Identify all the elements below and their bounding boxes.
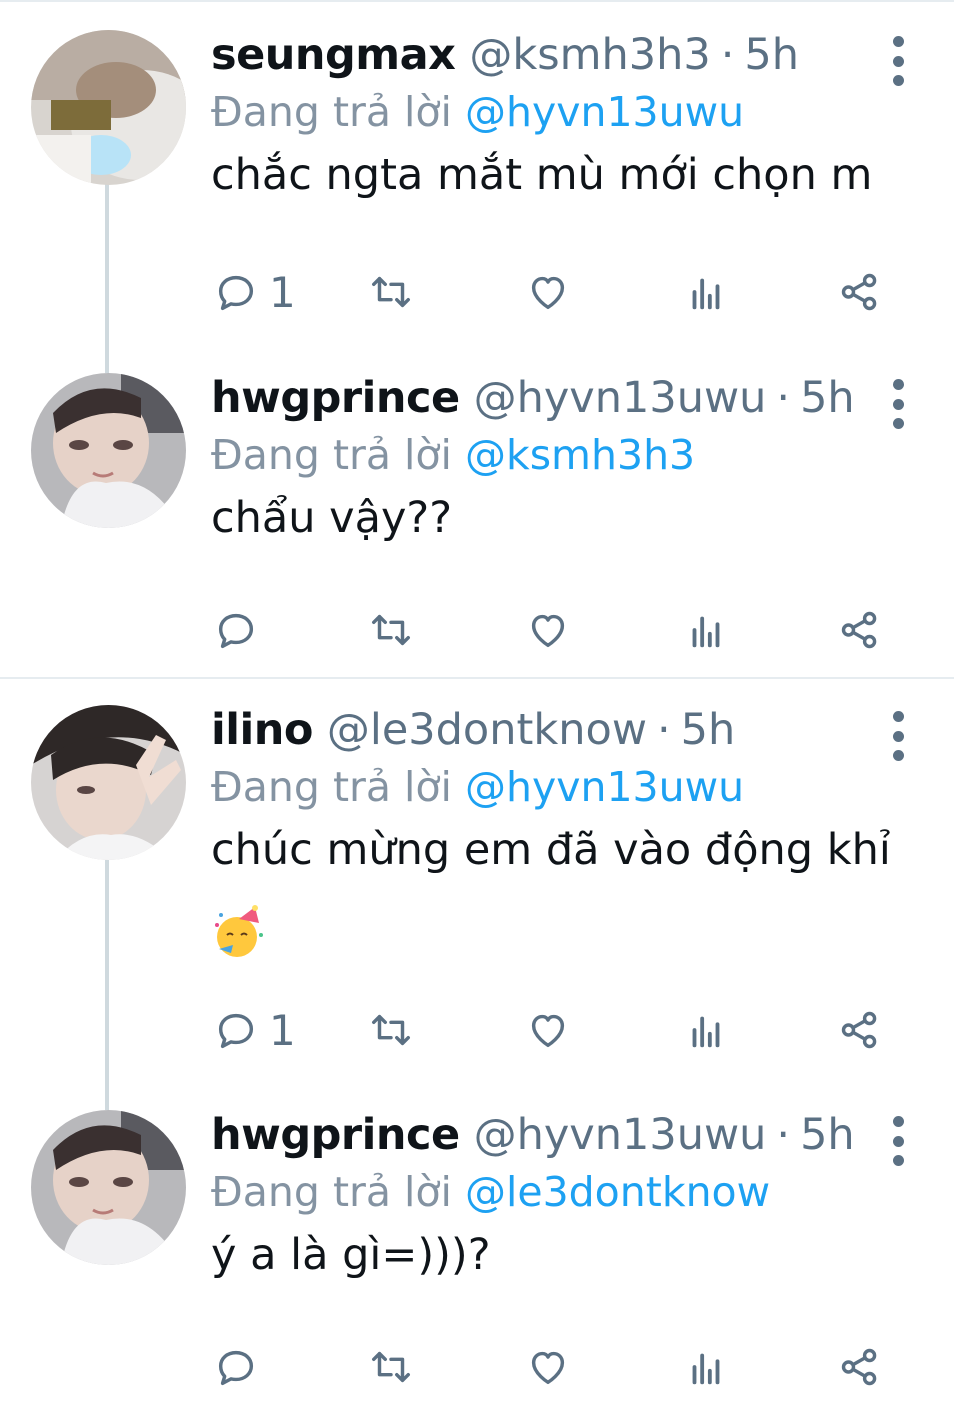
reply-button[interactable]: 1 <box>213 1005 296 1055</box>
retweet-button[interactable] <box>368 1005 414 1055</box>
display-name[interactable]: seungmax <box>211 30 456 80</box>
like-button[interactable] <box>525 1342 571 1392</box>
reply-label: Đang trả lời <box>211 431 452 479</box>
reply-context: Đang trả lời @hyvn13uwu <box>211 88 744 136</box>
separator: · <box>656 705 671 755</box>
retweet-button[interactable] <box>368 605 414 655</box>
reply-context: Đang trả lời @le3dontknow <box>211 1168 770 1216</box>
top-border <box>0 0 954 2</box>
tweet-header: hwgprince @hyvn13uwu · 5h <box>211 373 855 433</box>
user-handle[interactable]: @ksmh3h3 <box>469 30 710 80</box>
reply-to-link[interactable]: @hyvn13uwu <box>465 88 744 136</box>
thread-line <box>105 183 109 373</box>
reply-count: 1 <box>269 267 296 317</box>
tweet-text: chẩu vậy?? <box>211 493 453 543</box>
action-bar <box>213 605 893 655</box>
reply-icon <box>218 613 254 649</box>
retweet-button[interactable] <box>368 267 414 317</box>
share-button[interactable] <box>837 605 883 655</box>
share-button[interactable] <box>837 267 883 317</box>
heart-icon <box>531 1351 565 1385</box>
heart-icon <box>531 614 565 648</box>
analytics-icon <box>692 1353 720 1385</box>
display-name[interactable]: ilino <box>211 705 313 755</box>
separator: · <box>776 1110 791 1160</box>
display-name[interactable]: hwgprince <box>211 1110 460 1160</box>
like-button[interactable] <box>525 267 571 317</box>
share-button[interactable] <box>837 1342 883 1392</box>
timestamp[interactable]: 5h <box>800 373 855 423</box>
more-options-icon[interactable] <box>883 379 913 429</box>
share-icon <box>841 273 877 311</box>
like-button[interactable] <box>525 1005 571 1055</box>
retweet-icon <box>372 1014 410 1046</box>
retweet-icon <box>372 1351 410 1383</box>
reply-icon <box>218 1013 254 1049</box>
retweet-icon <box>372 614 410 646</box>
analytics-button[interactable] <box>683 605 729 655</box>
reply-label: Đang trả lời <box>211 763 452 811</box>
analytics-icon <box>692 278 720 310</box>
reply-label: Đang trả lời <box>211 88 452 136</box>
more-options-icon[interactable] <box>883 711 913 761</box>
heart-icon <box>531 1014 565 1048</box>
reply-icon <box>218 1350 254 1386</box>
reply-button[interactable] <box>213 605 269 655</box>
partying-face-emoji <box>211 905 267 961</box>
retweet-button[interactable] <box>368 1342 414 1392</box>
separator: · <box>776 373 791 423</box>
more-options-icon[interactable] <box>883 36 913 86</box>
tweet-header: seungmax @ksmh3h3 · 5h <box>211 30 799 90</box>
reply-context: Đang trả lời @hyvn13uwu <box>211 763 744 811</box>
share-icon <box>841 1011 877 1049</box>
user-handle[interactable]: @hyvn13uwu <box>474 1110 767 1160</box>
avatar[interactable] <box>31 373 186 528</box>
user-handle[interactable]: @le3dontknow <box>327 705 647 755</box>
reply-icon <box>218 275 254 311</box>
timestamp[interactable]: 5h <box>681 705 736 755</box>
action-bar: 1 <box>213 1005 893 1055</box>
timestamp[interactable]: 5h <box>744 30 799 80</box>
reply-label: Đang trả lời <box>211 1168 452 1216</box>
tweet-header: hwgprince @hyvn13uwu · 5h <box>211 1110 855 1170</box>
avatar[interactable] <box>31 705 186 860</box>
display-name[interactable]: hwgprince <box>211 373 460 423</box>
share-icon <box>841 611 877 649</box>
analytics-icon <box>692 616 720 648</box>
analytics-button[interactable] <box>683 1342 729 1392</box>
reply-button[interactable] <box>213 1342 269 1392</box>
reply-context: Đang trả lời @ksmh3h3 <box>211 431 695 479</box>
reply-to-link[interactable]: @le3dontknow <box>465 1168 770 1216</box>
reply-to-link[interactable]: @ksmh3h3 <box>465 431 695 479</box>
divider <box>0 677 954 679</box>
tweet-header: ilino @le3dontknow · 5h <box>211 705 735 765</box>
retweet-icon <box>372 276 410 308</box>
heart-icon <box>531 276 565 310</box>
tweet-text: chắc ngta mắt mù mới chọn m <box>211 150 873 200</box>
reply-count: 1 <box>269 1005 296 1055</box>
tweet-text: ý a là gì=)))? <box>211 1230 491 1280</box>
reply-button[interactable]: 1 <box>213 267 296 317</box>
analytics-icon <box>692 1016 720 1048</box>
action-bar: 1 <box>213 267 893 317</box>
analytics-button[interactable] <box>683 1005 729 1055</box>
timestamp[interactable]: 5h <box>800 1110 855 1160</box>
reply-to-link[interactable]: @hyvn13uwu <box>465 763 744 811</box>
like-button[interactable] <box>525 605 571 655</box>
avatar[interactable] <box>31 1110 186 1265</box>
user-handle[interactable]: @hyvn13uwu <box>474 373 767 423</box>
more-options-icon[interactable] <box>883 1116 913 1166</box>
tweet-text: chúc mừng em đã vào động khỉ <box>211 825 891 875</box>
action-bar <box>213 1342 893 1392</box>
avatar[interactable] <box>31 30 186 185</box>
thread-line <box>105 860 109 1110</box>
analytics-button[interactable] <box>683 267 729 317</box>
share-icon <box>841 1348 877 1386</box>
share-button[interactable] <box>837 1005 883 1055</box>
separator: · <box>720 30 735 80</box>
